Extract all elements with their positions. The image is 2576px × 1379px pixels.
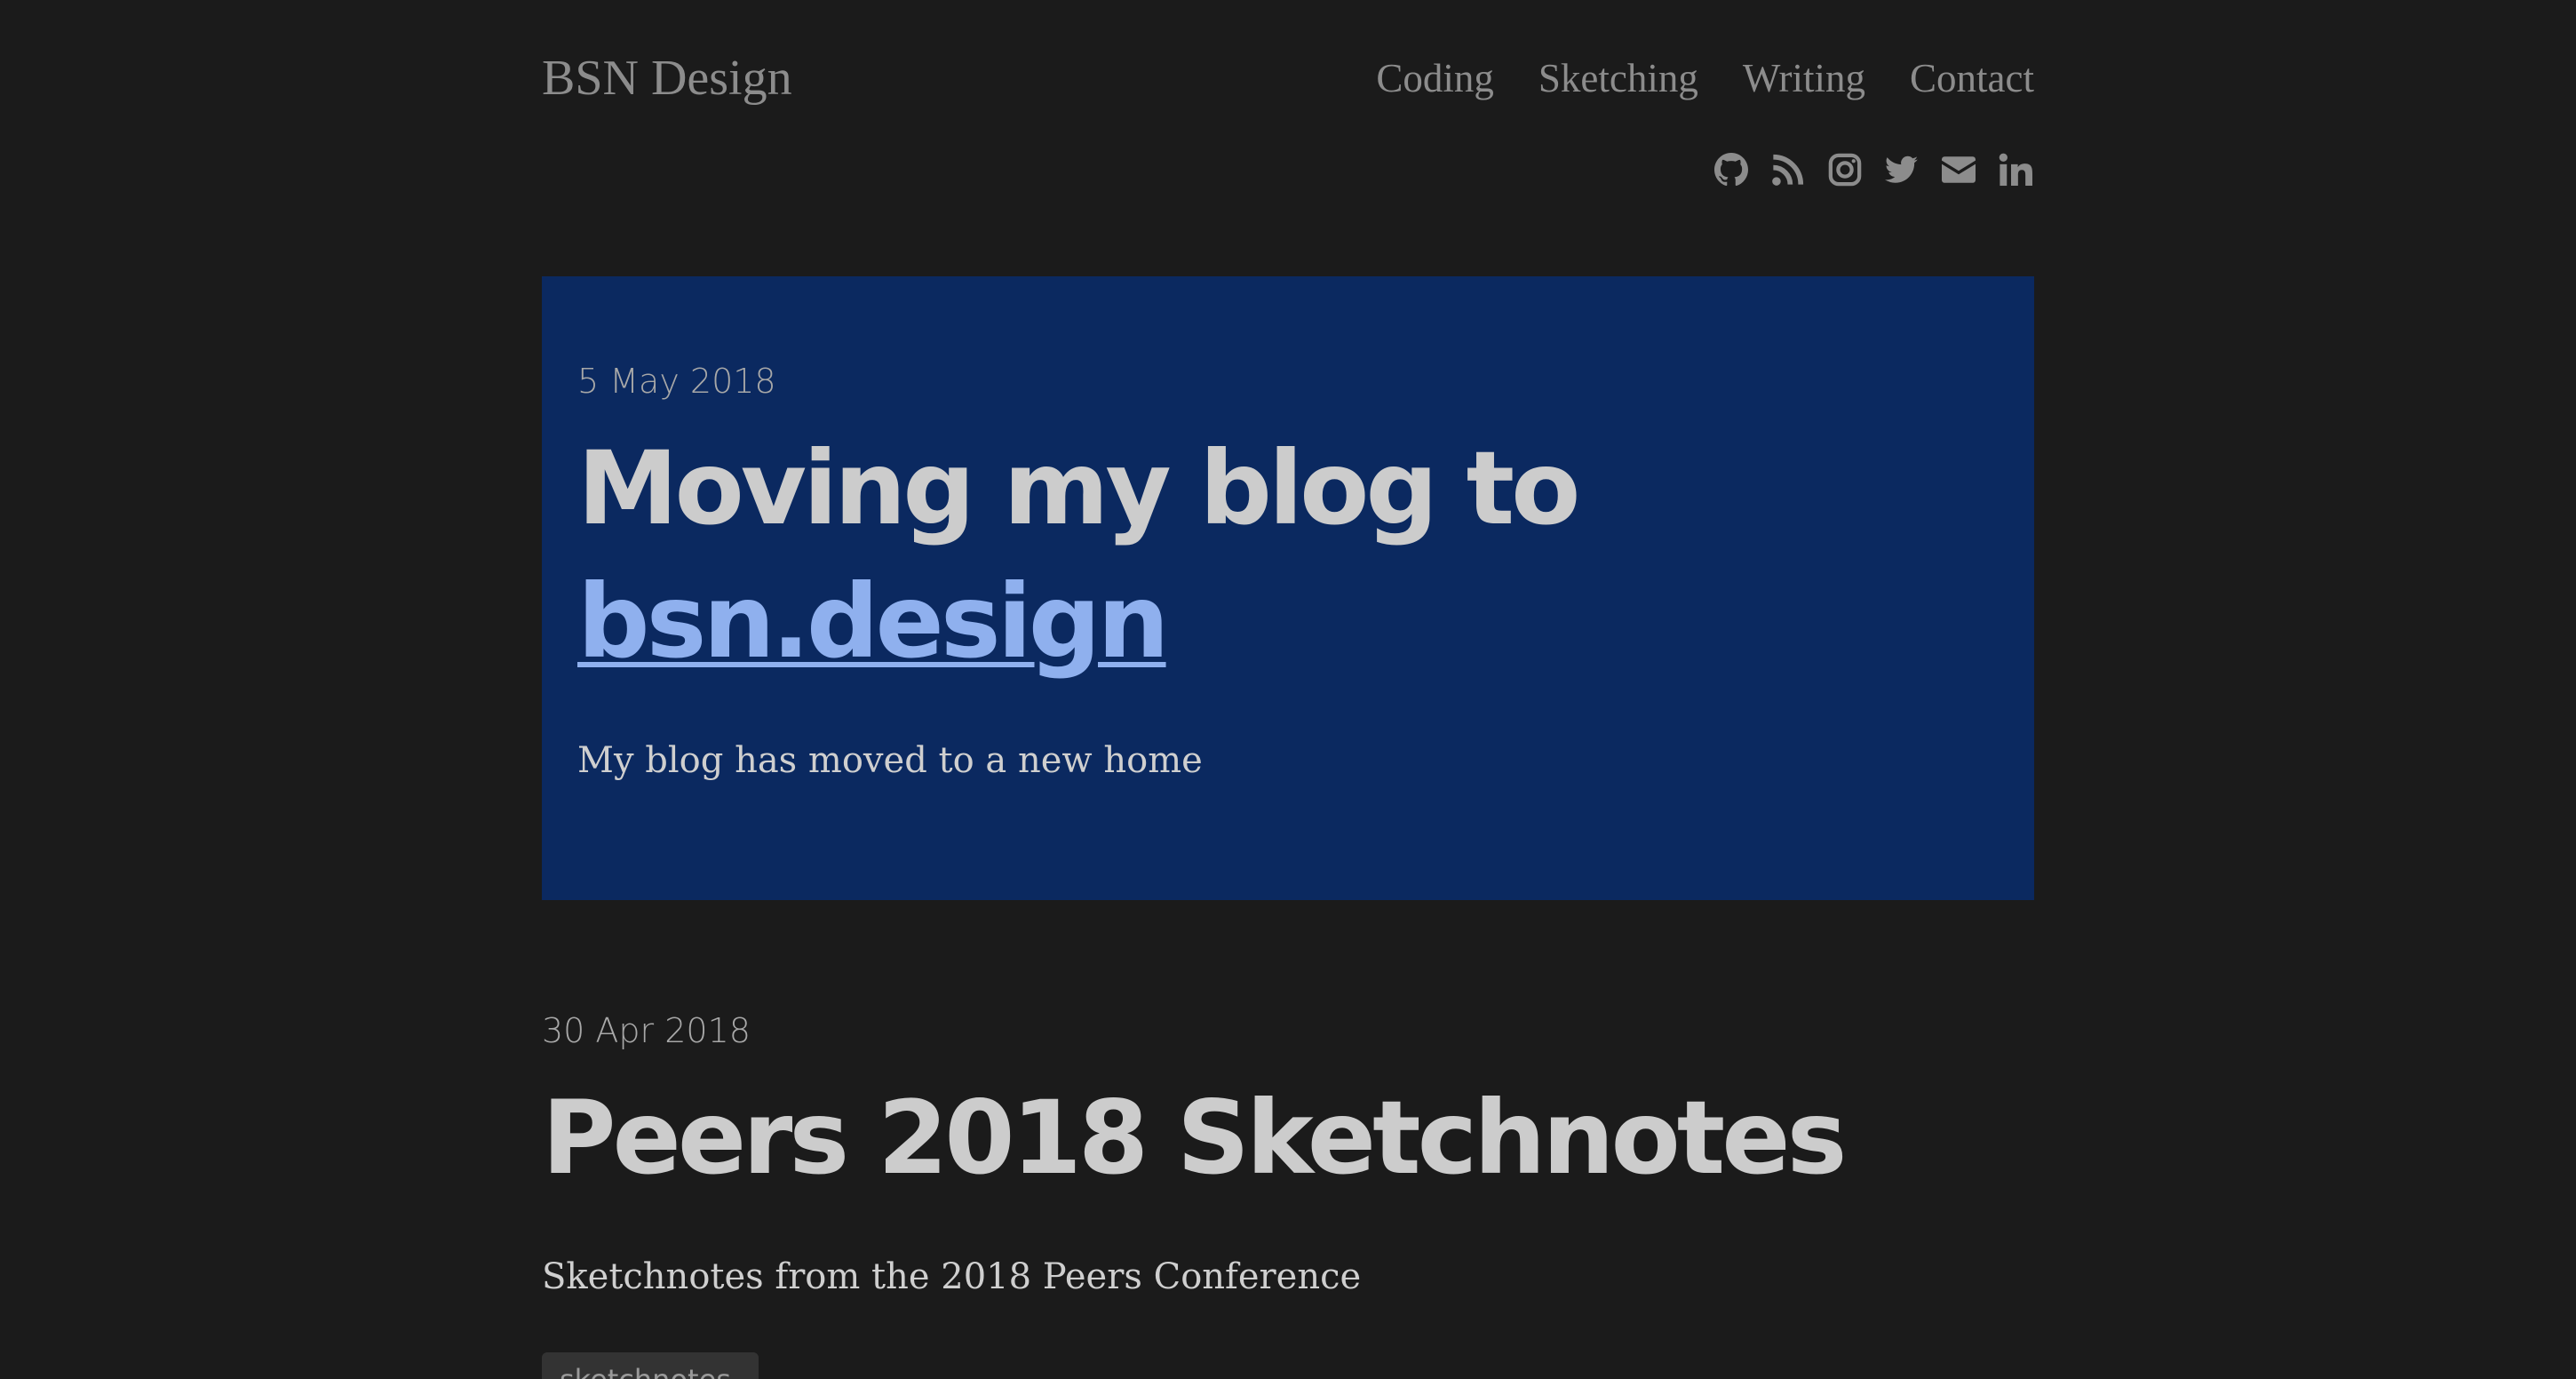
twitter-icon[interactable] — [1885, 153, 1919, 187]
post-date: 30 Apr 2018 — [542, 1011, 751, 1050]
featured-post: 5 May 2018 Moving my blog to bsn.design … — [542, 276, 2034, 900]
post-title-text: Moving my blog to — [577, 429, 1580, 547]
nav-item-sketching[interactable]: Sketching — [1538, 55, 1698, 101]
tag-badge[interactable]: sketchnotes — [542, 1352, 759, 1379]
nav-item-coding[interactable]: Coding — [1376, 55, 1494, 101]
envelope-icon[interactable] — [1942, 153, 1976, 187]
bsn-design-link[interactable]: bsn.design — [577, 562, 1170, 681]
site-title-link[interactable]: BSN Design — [542, 50, 792, 107]
instagram-icon[interactable] — [1828, 153, 1862, 187]
github-icon[interactable] — [1714, 153, 1748, 187]
rss-icon[interactable] — [1771, 153, 1805, 187]
linkedin-icon[interactable] — [1999, 153, 2032, 187]
nav-item-writing[interactable]: Writing — [1743, 55, 1865, 101]
post-summary: Sketchnotes from the 2018 Peers Conferen… — [542, 1256, 1362, 1297]
post-title: Moving my blog to bsn.design — [577, 422, 1580, 689]
main-nav: Coding Sketching Writing Contact — [1376, 55, 2034, 101]
nav-item-contact[interactable]: Contact — [1910, 55, 2034, 101]
post-date: 5 May 2018 — [577, 362, 776, 401]
post-title-link[interactable]: Peers 2018 Sketchnotes — [542, 1080, 1847, 1196]
social-links — [1714, 153, 2032, 187]
post-summary: My blog has moved to a new home — [577, 740, 1203, 781]
